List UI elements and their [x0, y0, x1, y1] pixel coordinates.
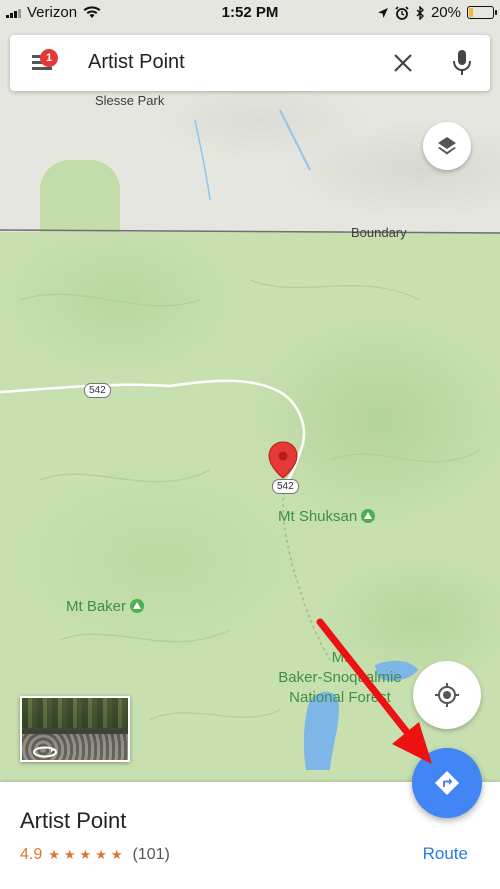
annotation-arrow — [316, 618, 432, 764]
